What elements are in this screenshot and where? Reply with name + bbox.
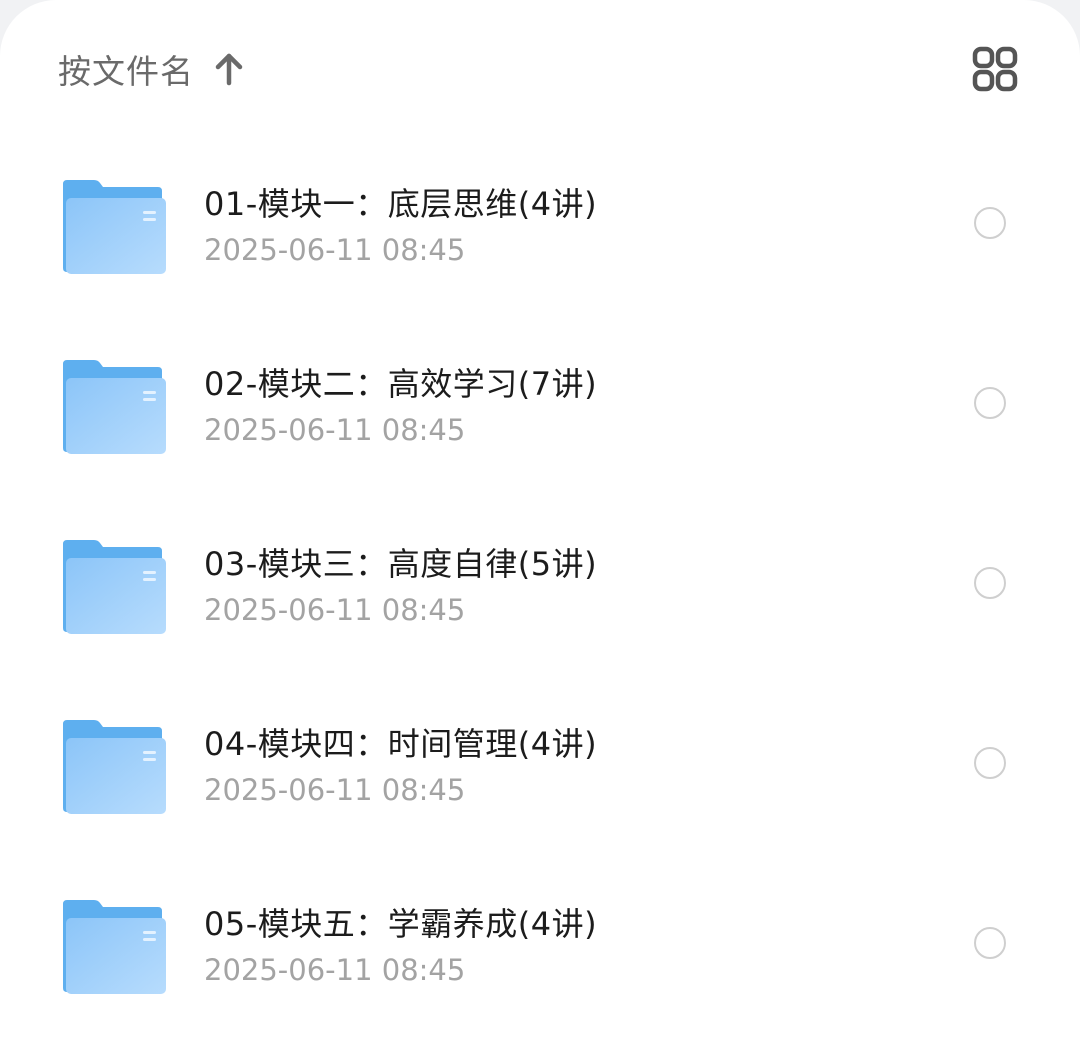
select-radio[interactable]	[974, 927, 1006, 959]
select-radio[interactable]	[974, 747, 1006, 779]
select-radio[interactable]	[974, 207, 1006, 239]
select-radio[interactable]	[974, 387, 1006, 419]
folder-icon	[63, 900, 166, 994]
folder-name: 04-模块四：时间管理(4讲)	[204, 725, 598, 763]
folder-date: 2025-06-11 08:45	[204, 953, 466, 987]
sort-by-name-button[interactable]: 按文件名	[58, 44, 244, 94]
folder-row[interactable]: 03-模块三：高度自律(5讲) 2025-06-11 08:45	[0, 493, 1080, 673]
folder-icon	[63, 720, 166, 814]
folder-row[interactable]: 01-模块一：底层思维(4讲) 2025-06-11 08:45	[0, 133, 1080, 313]
arrow-up-icon	[214, 52, 244, 86]
folder-name: 03-模块三：高度自律(5讲)	[204, 545, 598, 583]
folder-date: 2025-06-11 08:45	[204, 233, 466, 267]
folder-date: 2025-06-11 08:45	[204, 773, 466, 807]
grid-view-button[interactable]	[970, 44, 1020, 94]
folder-name: 02-模块二：高效学习(7讲)	[204, 365, 598, 403]
file-list: 01-模块一：底层思维(4讲) 2025-06-11 08:45 02-模块二：…	[0, 133, 1080, 1033]
grid-view-icon	[972, 46, 1018, 92]
folder-name: 05-模块五：学霸养成(4讲)	[204, 905, 598, 943]
folder-row[interactable]: 04-模块四：时间管理(4讲) 2025-06-11 08:45	[0, 673, 1080, 853]
select-radio[interactable]	[974, 567, 1006, 599]
folder-icon	[63, 180, 166, 274]
sort-label: 按文件名	[58, 52, 194, 91]
folder-icon	[63, 360, 166, 454]
folder-icon	[63, 540, 166, 634]
folder-date: 2025-06-11 08:45	[204, 413, 466, 447]
folder-row[interactable]: 02-模块二：高效学习(7讲) 2025-06-11 08:45	[0, 313, 1080, 493]
folder-date: 2025-06-11 08:45	[204, 593, 466, 627]
folder-name: 01-模块一：底层思维(4讲)	[204, 185, 598, 223]
file-browser-sheet: 按文件名 01-模块一：底层思维(4讲) 2025-06-11 08:45 02…	[0, 0, 1080, 1060]
folder-row[interactable]: 05-模块五：学霸养成(4讲) 2025-06-11 08:45	[0, 853, 1080, 1033]
